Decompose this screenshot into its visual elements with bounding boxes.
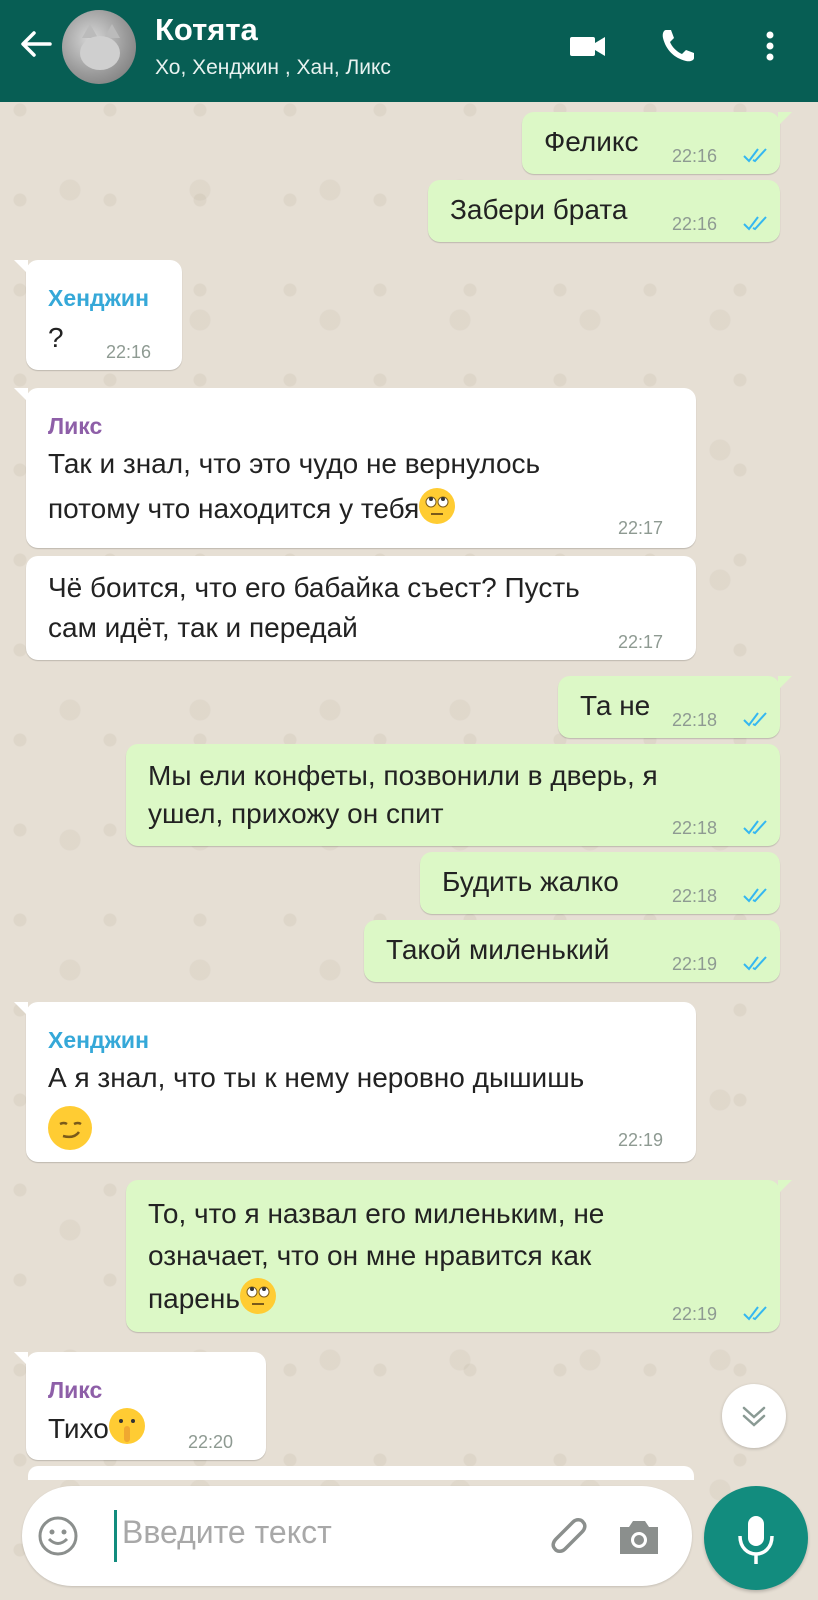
smirking-face-emoji-icon [48,1106,92,1150]
message-text: Такой миленький [386,934,610,965]
message-text: Забери брата [450,194,628,225]
voice-call-button[interactable] [656,24,700,68]
message-incoming[interactable]: Ликс Так и знал, что это чудо не вернуло… [14,388,696,548]
rolling-eyes-emoji-icon [239,1278,276,1314]
message-time: 22:17 [618,632,664,652]
message-outgoing[interactable]: Такой миленький 22:19 [364,920,780,982]
read-ticks-icon [743,148,767,163]
message-text: ушел, прихожу он спит [148,798,444,829]
message-text: То, что я назвал его миленьким, не [148,1198,605,1229]
more-menu-button[interactable] [748,24,792,68]
message-text: Будить жалко [442,866,619,897]
message-text: Чё боится, что его бабайка съест? Пусть [48,572,580,603]
message-text: Та не [580,690,651,721]
message-time: 22:20 [188,1432,234,1452]
shushing-face-emoji-icon [108,1408,145,1444]
message-incoming[interactable]: Хенджин ? 22:16 [14,260,182,370]
back-button[interactable] [14,22,58,66]
message-outgoing[interactable]: То, что я назвал его миленьким, не означ… [126,1180,792,1332]
message-sender: Хенджин [48,1027,149,1053]
message-outgoing[interactable]: Феликс 22:16 [522,112,792,174]
arrow-left-icon [21,31,52,57]
message-text: сам идёт, так и передай [48,612,358,643]
chevron-double-down-icon [742,1406,766,1427]
message-composer: Введите текст [22,1486,692,1586]
message-sender: Ликс [48,413,103,439]
message-input[interactable]: Введите текст [122,1514,332,1551]
message-sender: Хенджин [48,285,149,311]
video-call-button[interactable] [566,24,610,68]
read-ticks-icon [743,888,767,903]
message-incoming[interactable]: Чё боится, что его бабайка съест? Пусть … [26,556,696,660]
chat-participants[interactable]: Хо, Хенджин , Хан, Ликс [155,56,391,80]
chat-header: Котята Хо, Хенджин , Хан, Ликс [0,0,818,102]
avatar[interactable] [62,10,136,84]
smiley-icon[interactable] [36,1514,80,1558]
message-time: 22:18 [672,886,718,906]
rolling-eyes-emoji-icon [419,488,456,524]
message-incoming [28,1466,694,1480]
message-outgoing[interactable]: Забери брата 22:16 [428,180,780,242]
message-outgoing[interactable]: Будить жалко 22:18 [420,852,780,914]
message-text: парень [148,1278,276,1319]
message-time: 22:16 [672,146,718,166]
read-ticks-icon [743,956,767,971]
message-text: А я знал, что ты к нему неровно дышишь [48,1062,585,1093]
message-text: Тихо [48,1408,145,1449]
paperclip-icon[interactable] [544,1510,594,1560]
microphone-icon [738,1516,774,1564]
read-ticks-icon [743,820,767,835]
message-time: 22:18 [672,710,718,730]
message-outgoing[interactable]: Та не 22:18 [558,676,792,738]
message-text: означает, что он мне нравится как [148,1240,592,1271]
message-time: 22:16 [672,214,718,234]
phone-icon [662,30,694,62]
read-ticks-icon [743,216,767,231]
message-outgoing[interactable]: Мы ели конфеты, позвонили в дверь, я уше… [126,744,780,846]
read-ticks-icon [743,712,767,727]
message-time: 22:17 [618,518,664,538]
message-text: ? [48,322,64,353]
message-incoming[interactable]: Хенджин А я знал, что ты к нему неровно … [14,1002,696,1162]
message-time: 22:19 [618,1130,664,1150]
message-time: 22:18 [672,818,718,838]
message-text: Мы ели конфеты, позвонили в дверь, я [148,760,658,791]
voice-message-button[interactable] [704,1486,808,1590]
message-incoming[interactable]: Ликс Тихо 22:20 [14,1352,266,1460]
message-time: 22:19 [672,954,718,974]
message-time: 22:19 [672,1304,718,1324]
text-cursor [114,1510,117,1562]
message-text: Так и знал, что это чудо не вернулось [48,448,541,479]
message-text: Феликс [544,126,639,157]
camera-icon[interactable] [614,1512,664,1562]
message-time: 22:16 [106,342,152,362]
read-ticks-icon [743,1306,767,1321]
video-camera-icon [570,37,605,56]
chat-title[interactable]: Котята [155,12,258,48]
more-vertical-icon [766,31,774,61]
scroll-to-bottom-button[interactable] [722,1384,786,1448]
message-text: потому что находится у тебя [48,488,456,529]
message-sender: Ликс [48,1377,103,1403]
message-text [48,1106,92,1155]
